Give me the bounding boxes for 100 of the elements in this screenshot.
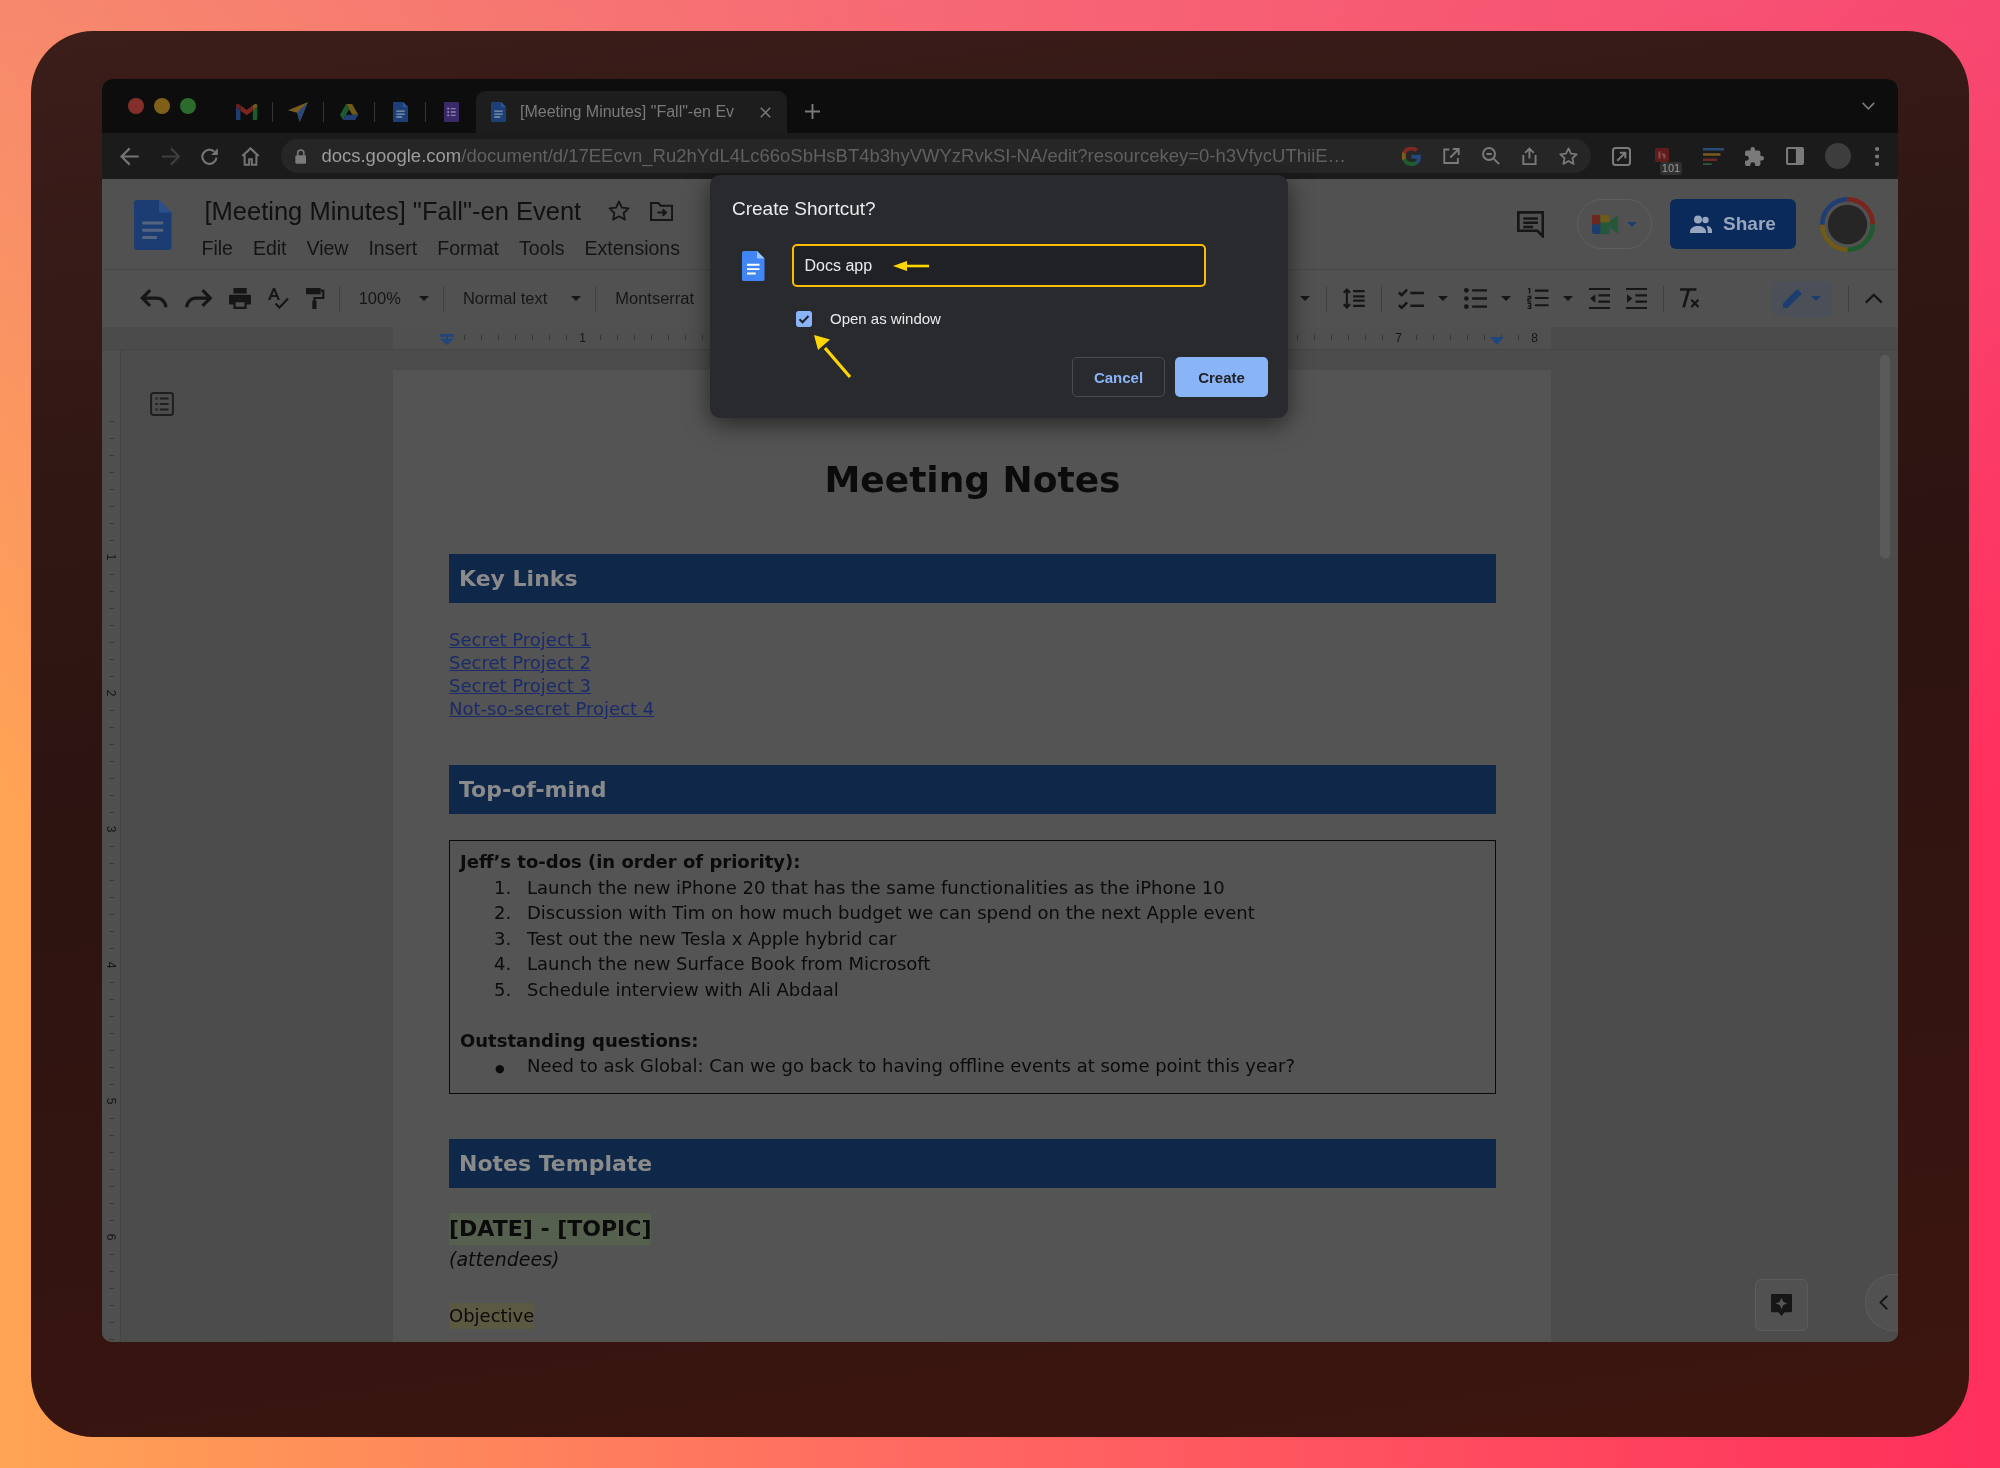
mail-icon	[236, 104, 258, 120]
attendees-line: (attendees)	[449, 1246, 560, 1272]
link[interactable]: Secret Project 3	[449, 674, 591, 697]
reload-icon[interactable]	[201, 146, 220, 166]
style-select[interactable]: Normal text	[462, 289, 582, 308]
undo-icon[interactable]	[140, 288, 168, 309]
zoom-select[interactable]: 100%	[358, 289, 429, 308]
list-item: ● Need to ask Global: Can we go back to having offline events at some point this year?	[494, 1054, 1296, 1078]
increase-indent-icon[interactable]	[1625, 288, 1647, 309]
link[interactable]: Secret Project 1	[449, 628, 591, 651]
cancel-button[interactable]: Cancel	[1072, 357, 1165, 397]
paper-plane-icon	[288, 102, 308, 122]
folder-arrow-icon[interactable]	[650, 201, 674, 221]
puzzle-icon[interactable]	[1745, 146, 1765, 166]
avatar-icon[interactable]	[1824, 143, 1851, 169]
link[interactable]: Secret Project 2	[449, 651, 591, 674]
caret-icon	[1811, 296, 1822, 301]
side-panel-icon[interactable]	[1785, 147, 1804, 165]
striped-icon[interactable]	[1703, 147, 1725, 165]
section-heading: Top-of-mind	[449, 765, 1496, 814]
ruler-number: 6	[105, 1233, 117, 1241]
editing-mode-button[interactable]	[1772, 280, 1833, 317]
menu-item[interactable]: File	[201, 236, 233, 260]
plus-icon[interactable]	[805, 104, 820, 119]
close-icon[interactable]	[760, 106, 771, 118]
more-icon[interactable]	[1874, 146, 1879, 166]
browser-tab[interactable]: [Meeting Minutes] "Fall"-en Ev	[476, 91, 787, 133]
clear-formatting-icon[interactable]	[1679, 288, 1700, 309]
caret-icon	[571, 296, 582, 301]
list-heading: Jeff’s to-dos (in order of priority):	[460, 850, 801, 874]
star-icon[interactable]	[1558, 146, 1578, 166]
caret-icon[interactable]	[1438, 296, 1449, 301]
redo-icon[interactable]	[184, 288, 213, 309]
ruler-number: 4	[105, 961, 117, 969]
menu-item[interactable]: Extensions	[584, 236, 680, 260]
line-spacing-icon[interactable]	[1343, 288, 1365, 309]
spellcheck-icon[interactable]	[268, 288, 290, 309]
menu-item[interactable]: Edit	[252, 236, 287, 260]
home-icon[interactable]	[240, 146, 260, 166]
list-item: 1. Launch the new iPhone 20 that has the same functionalities as the iPhone 10	[494, 875, 1225, 900]
pencil-icon	[1783, 289, 1803, 308]
square-icon[interactable]	[1654, 147, 1669, 162]
chevron-up-icon[interactable]	[1865, 293, 1883, 304]
lock-icon	[294, 148, 307, 164]
ruler-number: 3	[105, 825, 117, 833]
checklist-icon[interactable]	[1397, 288, 1425, 309]
side-panel-toggle[interactable]	[1865, 1274, 1898, 1331]
caret-icon[interactable]	[1562, 296, 1573, 301]
print-icon[interactable]	[229, 288, 252, 309]
decrease-indent-icon[interactable]	[1588, 288, 1610, 309]
sparkle-icon	[1771, 1294, 1792, 1316]
section-heading: Key Links	[449, 554, 1496, 603]
list-item: 2. Discussion with Tim on how much budget we can spend on the next Apple event	[494, 901, 1255, 925]
forward-icon[interactable]	[160, 146, 181, 166]
caret-icon[interactable]	[1300, 296, 1311, 301]
indent-marker[interactable]	[440, 334, 454, 345]
magnifier-icon[interactable]	[1481, 147, 1500, 165]
chevron-left-icon	[1879, 1295, 1889, 1310]
document-name[interactable]: [Meeting Minutes] "Fall"-en Event	[204, 196, 582, 226]
bulleted-list-icon[interactable]	[1464, 288, 1488, 309]
menu-item[interactable]: View	[306, 236, 349, 260]
template-heading: [DATE] - [TOPIC]	[449, 1212, 652, 1245]
document-icon[interactable]	[134, 200, 172, 250]
caret-icon[interactable]	[1501, 296, 1512, 301]
window-minimize-icon[interactable]	[154, 98, 170, 114]
annotation-arrow	[814, 335, 852, 379]
outline-icon[interactable]	[150, 392, 174, 416]
explore-button[interactable]	[1755, 1279, 1808, 1331]
g-logo-icon[interactable]	[1401, 146, 1421, 166]
share-button[interactable]: Share	[1670, 199, 1796, 249]
name-input[interactable]: Docs app	[791, 244, 1206, 287]
back-icon[interactable]	[120, 146, 140, 166]
window-close-icon[interactable]	[128, 98, 144, 114]
caret-icon	[1626, 221, 1637, 227]
ruler-number: 1	[105, 553, 117, 561]
caret-icon	[418, 296, 429, 301]
menu-item[interactable]: Insert	[368, 236, 418, 260]
external-link-icon[interactable]	[1442, 147, 1460, 165]
indent-marker[interactable]	[1490, 337, 1504, 345]
menu-item[interactable]: Tools	[519, 236, 565, 260]
checkbox[interactable]	[796, 311, 812, 327]
objective-heading: Objective	[449, 1302, 535, 1329]
chevron-down-icon[interactable]	[1862, 102, 1875, 110]
create-button[interactable]: Create	[1175, 357, 1268, 397]
font-select[interactable]: Montserrat	[615, 289, 695, 308]
address-bar[interactable]: docs.google.com/document/d/17EEcvn_Ru2hYdL4Lc66oSbHsBT4b3hyVWYzRvkSI-NA/edit?resourcekey=0-h3VfycUThiiE…	[280, 139, 1591, 173]
checkbox-label: Open as window	[830, 311, 941, 327]
paint-format-icon[interactable]	[306, 288, 325, 309]
ruler-number: 8	[1530, 331, 1539, 345]
window-zoom-icon[interactable]	[180, 98, 196, 114]
link[interactable]: Not-so-secret Project 4	[449, 697, 655, 720]
star-icon[interactable]	[608, 200, 631, 222]
share-icon[interactable]	[1521, 147, 1537, 165]
numbered-list-icon[interactable]	[1527, 288, 1549, 309]
video-call-button[interactable]	[1577, 199, 1652, 249]
count-badge: 101	[1659, 161, 1683, 175]
triangle-logo-icon	[339, 104, 359, 120]
menu-item[interactable]: Format	[437, 236, 499, 260]
comment-icon[interactable]	[1516, 210, 1544, 238]
avatar-icon[interactable]	[1820, 196, 1875, 252]
